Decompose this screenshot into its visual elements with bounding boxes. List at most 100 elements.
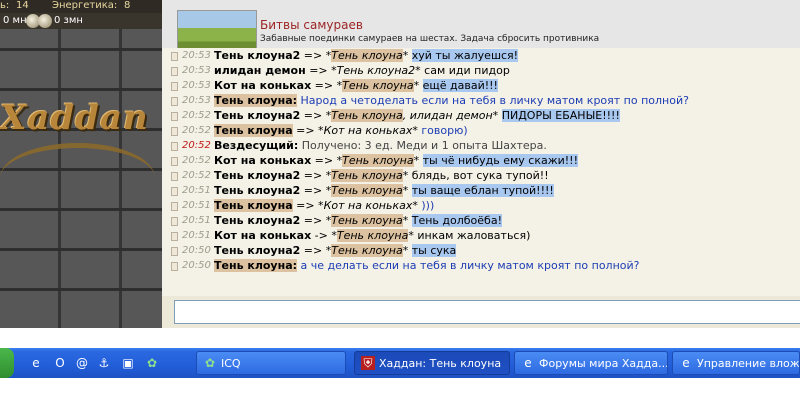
firefox-icon[interactable]: @ <box>74 355 90 371</box>
message-text: ты ваще еблан тупой!!!! <box>411 184 554 197</box>
recipient-name[interactable]: Тень клоуна <box>331 49 403 62</box>
private-arrow: => * <box>311 154 343 167</box>
recipient-suffix: * <box>402 49 409 62</box>
message-text: Получено: 3 ед. Меди и 1 опыта Шахтера. <box>301 139 547 152</box>
quick-launch-icon[interactable]: ⚓ <box>96 355 112 371</box>
money-mn: 0 мн <box>3 15 27 26</box>
internet-explorer-icon[interactable]: e <box>28 355 44 371</box>
message-recipient[interactable]: Кот на коньках* <box>324 199 418 212</box>
recipient-name[interactable]: Тень клоуна <box>336 229 409 242</box>
taskbar-button-label: Хаддан: Тень клоуна <box>379 357 502 370</box>
recipient-name[interactable]: Тень клоуна <box>331 244 403 257</box>
message-recipient[interactable]: Тень клоуна* <box>342 154 419 167</box>
message-body: Кот на коньках => *Тень клоуна* ещё дава… <box>214 78 498 93</box>
taskbar-button[interactable]: ✿ ICQ <box>196 351 346 375</box>
message-author[interactable]: Тень клоуна: <box>214 259 298 272</box>
message-body: Тень клоуна: а че делать если на тебя в … <box>214 258 640 273</box>
message-recipient[interactable]: Тень клоуна* <box>331 49 408 62</box>
chat-input[interactable] <box>174 300 800 324</box>
message-time: 20:51 <box>182 230 211 241</box>
message-time: 20:52 <box>182 125 211 136</box>
message-text: ПИДОРЫ ЕБАНЫЕ!!!! <box>501 109 620 122</box>
room-title[interactable]: Битвы самураев <box>260 18 363 32</box>
message-body: Тень клоуна => *Кот на коньках* говорю) <box>214 123 468 138</box>
message-body: Вездесущий: Получено: 3 ед. Меди и 1 опы… <box>214 138 547 153</box>
taskbar-button-label: ICQ <box>221 357 241 370</box>
message-author[interactable]: Тень клоуна <box>214 199 293 212</box>
message-text: инкам жаловаться) <box>417 229 531 242</box>
private-arrow: => * <box>300 49 332 62</box>
message-icon[interactable] <box>171 262 178 271</box>
private-arrow: => * <box>305 64 337 77</box>
message-recipient[interactable]: Тень клоуна* <box>331 244 408 257</box>
message-text: Тень долбоёба! <box>411 214 502 227</box>
message-author[interactable]: Кот на коньках <box>214 79 311 92</box>
quick-launch-icon[interactable]: ▣ <box>120 355 136 371</box>
internet-explorer-icon: e <box>682 356 690 370</box>
money-bar: 0 мн 0 змн <box>0 13 162 29</box>
message-icon[interactable] <box>171 232 178 241</box>
message-author[interactable]: Тень клоуна: <box>214 94 298 107</box>
taskbar-button[interactable]: ⛨ Хаддан: Тень клоуна <box>354 351 510 375</box>
message-author[interactable]: Кот на коньках <box>214 154 311 167</box>
message-icon[interactable] <box>171 187 178 196</box>
recipient-suffix: * <box>408 229 414 242</box>
message-recipient[interactable]: Тень клоуна* <box>336 229 414 242</box>
recipient-name[interactable]: Тень клоуна <box>331 109 403 122</box>
message-icon[interactable] <box>171 127 178 136</box>
recipient-suffix: * <box>402 184 409 197</box>
message-text: ты чё нибудь ему скажи!!! <box>422 154 578 167</box>
icq-flower-icon[interactable]: ✿ <box>144 355 160 371</box>
message-author[interactable]: Кот на коньках <box>214 229 311 242</box>
private-arrow: => * <box>300 184 332 197</box>
opera-icon[interactable]: O <box>52 355 68 371</box>
message-author[interactable]: Тень клоуна2 <box>214 184 300 197</box>
recipient-suffix: * <box>413 79 420 92</box>
message-recipient[interactable]: Тень клоуна2* <box>337 64 421 77</box>
start-button[interactable] <box>0 348 14 378</box>
internet-explorer-icon: e <box>524 356 532 370</box>
message-author[interactable]: Тень клоуна2 <box>214 49 300 62</box>
recipient-name[interactable]: Тень клоуна <box>331 169 403 182</box>
recipient-name[interactable]: Тень клоуна <box>342 154 414 167</box>
message-author[interactable]: Тень клоуна2 <box>214 214 300 227</box>
message-author[interactable]: илидан демон <box>214 64 306 77</box>
message-icon[interactable] <box>171 82 178 91</box>
message-icon[interactable] <box>171 172 178 181</box>
message-recipient[interactable]: Тень клоуна* <box>342 79 419 92</box>
message-icon[interactable] <box>171 112 178 121</box>
message-icon[interactable] <box>171 247 178 256</box>
message-time: 20:51 <box>182 185 211 196</box>
recipient-name[interactable]: Тень клоуна2 <box>337 64 416 77</box>
message-icon[interactable] <box>171 67 178 76</box>
message-author[interactable]: Тень клоуна2 <box>214 109 300 122</box>
room-header: Битвы самураев Забавные поединки самурае… <box>162 0 800 50</box>
message-icon[interactable] <box>171 157 178 166</box>
money-zmn: 0 змн <box>54 15 83 26</box>
recipient-name[interactable]: Тень клоуна <box>342 79 414 92</box>
message-icon[interactable] <box>171 202 178 211</box>
taskbar-button[interactable]: e Форумы мира Хадда... <box>514 351 668 375</box>
message-recipient[interactable]: Тень клоуна, илидан демон* <box>331 109 498 122</box>
recipient-name[interactable]: Тень клоуна <box>331 184 403 197</box>
spacer <box>0 378 800 400</box>
recipient-name[interactable]: Тень клоуна <box>331 214 403 227</box>
message-recipient[interactable]: Тень клоуна* <box>331 214 408 227</box>
message-author[interactable]: Тень клоуна <box>214 124 293 137</box>
message-author[interactable]: Вездесущий: <box>214 139 298 152</box>
room-description: Забавные поединки самураев на шестах. За… <box>260 34 600 44</box>
message-icon[interactable] <box>171 217 178 226</box>
message-recipient[interactable]: Тень клоуна* <box>331 169 408 182</box>
message-recipient[interactable]: Тень клоуна* <box>331 184 408 197</box>
message-body: Тень клоуна2 => *Тень клоуна* ты сука <box>214 243 457 258</box>
message-icon[interactable] <box>171 142 178 151</box>
recipient-name[interactable]: Кот на коньках <box>324 199 413 212</box>
message-author[interactable]: Тень клоуна2 <box>214 169 300 182</box>
message-author[interactable]: Тень клоуна2 <box>214 244 300 257</box>
message-recipient[interactable]: Кот на коньках* <box>324 124 418 137</box>
message-icon[interactable] <box>171 52 178 61</box>
message-body: Тень клоуна: Народ а четоделать если на … <box>214 93 689 108</box>
taskbar-button[interactable]: e Управление вложен... <box>672 351 800 375</box>
recipient-name[interactable]: Кот на коньках <box>324 124 413 137</box>
message-icon[interactable] <box>171 97 178 106</box>
